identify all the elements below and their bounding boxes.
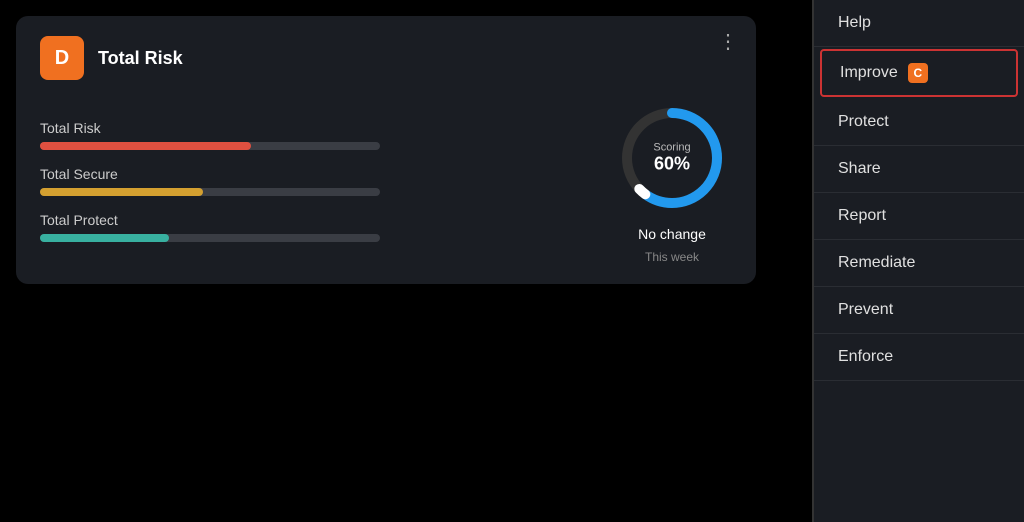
context-menu: Help Improve C Protect Share Report Reme… bbox=[814, 0, 1024, 522]
menu-item-report[interactable]: Report bbox=[814, 193, 1024, 240]
improve-badge: C bbox=[908, 63, 928, 83]
avatar: D bbox=[40, 36, 84, 80]
protect-label: Protect bbox=[838, 113, 889, 131]
card-header: D Total Risk bbox=[40, 36, 732, 80]
share-label: Share bbox=[838, 160, 881, 178]
metric-secure-label: Total Secure bbox=[40, 166, 582, 182]
menu-item-share[interactable]: Share bbox=[814, 146, 1024, 193]
scoring-text: Scoring bbox=[653, 142, 690, 154]
donut-chart: Scoring 60% bbox=[612, 98, 732, 218]
menu-item-help[interactable]: Help bbox=[814, 0, 1024, 47]
scoring-percent: 60% bbox=[653, 154, 690, 175]
menu-item-improve[interactable]: Improve C bbox=[820, 49, 1018, 97]
metric-total-risk: Total Risk bbox=[40, 120, 582, 150]
help-label: Help bbox=[838, 14, 871, 32]
metrics-section: Total Risk Total Secure Total Protect bbox=[40, 98, 732, 264]
prevent-label: Prevent bbox=[838, 301, 893, 319]
metric-total-secure: Total Secure bbox=[40, 166, 582, 196]
menu-item-protect[interactable]: Protect bbox=[814, 99, 1024, 146]
metric-risk-label: Total Risk bbox=[40, 120, 582, 136]
metric-protect-label: Total Protect bbox=[40, 212, 582, 228]
donut-label: Scoring 60% bbox=[653, 142, 690, 175]
remediate-label: Remediate bbox=[838, 254, 915, 272]
card-title: Total Risk bbox=[98, 48, 183, 69]
menu-item-remediate[interactable]: Remediate bbox=[814, 240, 1024, 287]
report-label: Report bbox=[838, 207, 886, 225]
metric-total-protect: Total Protect bbox=[40, 212, 582, 242]
protect-progress-bg bbox=[40, 234, 380, 242]
protect-progress-fill bbox=[40, 234, 169, 242]
more-options-button[interactable]: ⋮ bbox=[718, 32, 740, 52]
risk-progress-bg bbox=[40, 142, 380, 150]
risk-progress-fill bbox=[40, 142, 251, 150]
enforce-label: Enforce bbox=[838, 348, 893, 366]
no-change-label: No change bbox=[638, 226, 706, 242]
menu-item-enforce[interactable]: Enforce bbox=[814, 334, 1024, 381]
score-section: Scoring 60% No change This week bbox=[612, 98, 732, 264]
main-area: D Total Risk ⋮ Total Risk Total Secure bbox=[0, 0, 812, 522]
secure-progress-fill bbox=[40, 188, 203, 196]
risk-card: D Total Risk ⋮ Total Risk Total Secure bbox=[16, 16, 756, 284]
secure-progress-bg bbox=[40, 188, 380, 196]
metrics-list: Total Risk Total Secure Total Protect bbox=[40, 120, 582, 242]
menu-item-prevent[interactable]: Prevent bbox=[814, 287, 1024, 334]
improve-label: Improve bbox=[840, 64, 898, 82]
this-week-label: This week bbox=[645, 250, 699, 264]
